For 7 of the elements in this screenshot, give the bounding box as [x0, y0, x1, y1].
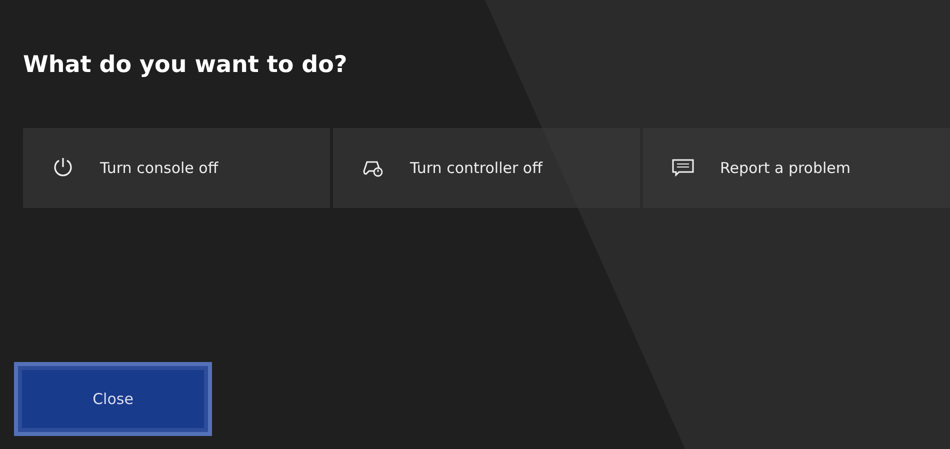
option-tile[interactable]: Report a problem — [643, 128, 950, 208]
message-icon — [672, 157, 694, 179]
dialog-title: What do you want to do? — [23, 51, 348, 80]
option-tile[interactable]: Turn controller off — [333, 128, 640, 208]
close-button[interactable]: Close — [14, 362, 212, 436]
option-tile[interactable]: Turn console off — [23, 128, 330, 208]
power-icon — [52, 157, 74, 179]
